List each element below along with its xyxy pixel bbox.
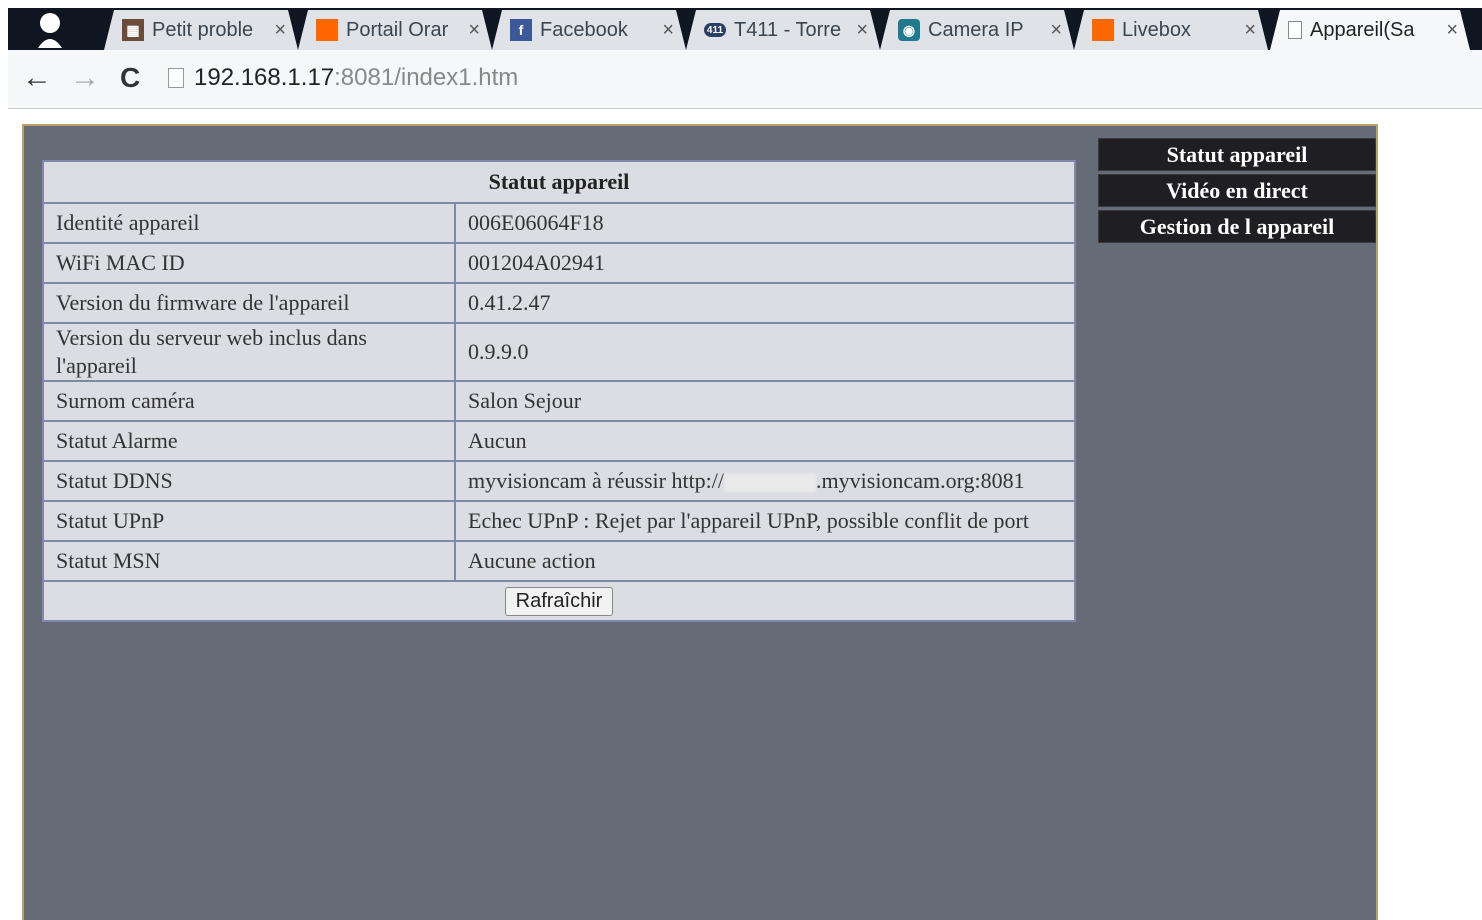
row-value: Salon Sejour	[454, 380, 1076, 422]
tab-portail-orange[interactable]: Portail Orar ×	[298, 10, 492, 50]
device-status-table: Statut appareil Identité appareil 006E06…	[42, 160, 1076, 622]
tab-close-icon[interactable]: ×	[656, 19, 674, 42]
row-label-text: Version du serveur web inclus dans l'app…	[56, 325, 367, 378]
back-arrow-icon[interactable]: ←	[22, 58, 52, 98]
tab-label: Camera IP	[928, 18, 1024, 41]
row-label: Version du serveur web inclus dans l'app…	[42, 322, 456, 382]
menu-item-device-status[interactable]: Statut appareil	[1098, 138, 1376, 171]
tab-label: Petit proble	[152, 18, 254, 41]
row-label: Identité appareil	[42, 202, 456, 244]
ddns-status-text: myvisioncam à réussir http://	[468, 468, 725, 493]
table-row: Statut Alarme Aucun	[42, 420, 1076, 462]
tab-close-icon[interactable]: ×	[1440, 19, 1458, 42]
tab-label: T411 - Torre	[734, 18, 842, 41]
t411-favicon-icon: 411	[704, 23, 726, 37]
orange-favicon-icon	[1092, 19, 1114, 41]
tab-label: Livebox	[1122, 18, 1191, 41]
table-row: Statut UPnP Echec UPnP : Rejet par l'app…	[42, 500, 1076, 542]
table-row: Statut MSN Aucune action	[42, 540, 1076, 582]
row-value: 006E06064F18	[454, 202, 1076, 244]
profile-avatar-icon[interactable]	[30, 8, 70, 50]
forum-favicon-icon: ▦	[122, 19, 144, 41]
row-value-ddns: myvisioncam à réussir http:// .myvisionca…	[454, 460, 1076, 502]
browser-toolbar: ← → C 192.168.1.17:8081/index1.htm	[8, 50, 1482, 109]
tab-t411[interactable]: 411 T411 - Torre ×	[686, 10, 880, 50]
table-row: Version du firmware de l'appareil 0.41.2…	[42, 282, 1076, 324]
address-host: 192.168.1.17	[194, 64, 335, 91]
tab-livebox[interactable]: Livebox ×	[1074, 10, 1268, 50]
table-title: Statut appareil	[42, 160, 1076, 204]
address-path: :8081/index1.htm	[334, 64, 519, 91]
tab-label: Portail Orar	[346, 18, 449, 41]
menu-item-device-management[interactable]: Gestion de l appareil	[1098, 210, 1376, 243]
table-row: Identité appareil 006E06064F18	[42, 202, 1076, 244]
tab-close-icon[interactable]: ×	[462, 19, 480, 42]
tab-label: Appareil(Sa	[1310, 18, 1415, 41]
row-label: Surnom caméra	[42, 380, 456, 422]
tab-close-icon[interactable]: ×	[1238, 19, 1256, 42]
row-label: Statut DDNS	[42, 460, 456, 502]
table-row: WiFi MAC ID 001204A02941	[42, 242, 1076, 284]
table-row: Statut DDNS myvisioncam à réussir http:/…	[42, 460, 1076, 502]
tab-close-icon[interactable]: ×	[850, 19, 868, 42]
menu-item-live-video[interactable]: Vidéo en direct	[1098, 174, 1376, 207]
side-menu: Statut appareil Vidéo en direct Gestion …	[1098, 138, 1376, 246]
row-label: Statut UPnP	[42, 500, 456, 542]
row-value: 0.41.2.47	[454, 282, 1076, 324]
tab-camera-ip[interactable]: ◉ Camera IP ×	[880, 10, 1074, 50]
refresh-button[interactable]: Rafraîchir	[504, 586, 614, 616]
row-label: WiFi MAC ID	[42, 242, 456, 284]
tab-petit-probleme[interactable]: ▦ Petit proble ×	[104, 10, 298, 50]
camera-admin-page: Statut appareil Identité appareil 006E06…	[22, 124, 1378, 920]
row-label: Version du firmware de l'appareil	[42, 282, 456, 324]
row-value: Aucun	[454, 420, 1076, 462]
row-label: Statut Alarme	[42, 420, 456, 462]
page-icon	[168, 68, 184, 88]
table-footer: Rafraîchir	[42, 580, 1076, 622]
browser-tab-strip: ▦ Petit proble × Portail Orar × f Facebo…	[8, 8, 1482, 50]
ddns-domain-text: .myvisioncam.org:8081	[816, 468, 1025, 493]
forward-arrow-icon[interactable]: →	[70, 58, 100, 98]
reload-icon[interactable]: C	[120, 58, 140, 98]
orange-favicon-icon	[316, 19, 338, 41]
tab-close-icon[interactable]: ×	[268, 19, 286, 42]
row-value: Aucune action	[454, 540, 1076, 582]
row-value: Echec UPnP : Rejet par l'appareil UPnP, …	[454, 500, 1076, 542]
redacted-hostname	[724, 473, 817, 492]
row-value: 0.9.9.0	[454, 322, 1076, 382]
row-label: Statut MSN	[42, 540, 456, 582]
table-row: Version du serveur web inclus dans l'app…	[42, 322, 1076, 382]
tab-close-icon[interactable]: ×	[1044, 19, 1062, 42]
camera-favicon-icon: ◉	[898, 19, 920, 41]
row-value: 001204A02941	[454, 242, 1076, 284]
page-icon	[1288, 21, 1302, 39]
tab-label: Facebook	[540, 18, 628, 41]
tab-appareil-active[interactable]: Appareil(Sa ×	[1270, 10, 1470, 50]
table-row: Surnom caméra Salon Sejour	[42, 380, 1076, 422]
address-bar[interactable]: 192.168.1.17:8081/index1.htm	[168, 58, 1478, 98]
tab-facebook[interactable]: f Facebook ×	[492, 10, 686, 50]
facebook-favicon-icon: f	[510, 19, 532, 41]
